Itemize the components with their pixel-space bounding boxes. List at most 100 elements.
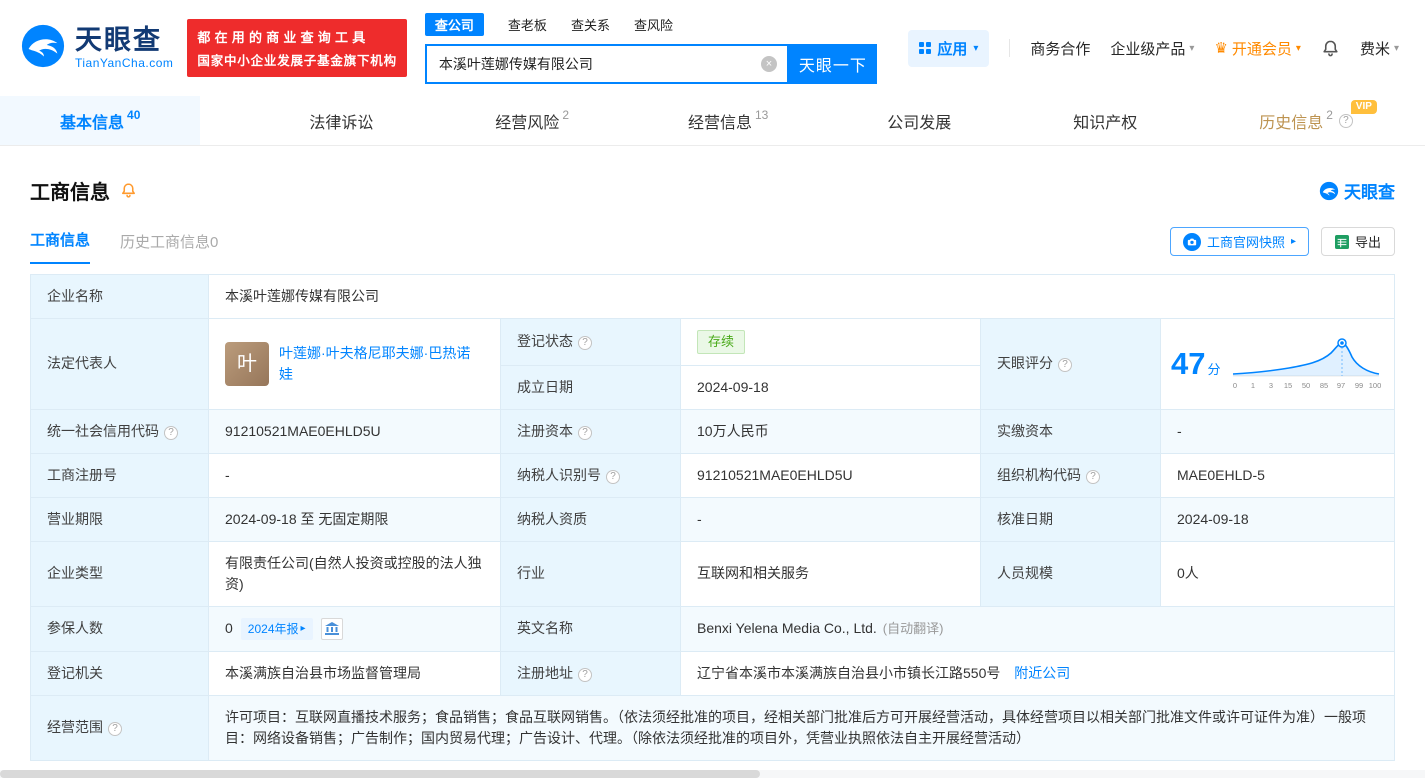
brand-name: 天眼查: [75, 26, 173, 54]
brand-slogan-banner: 都在用的商业查询工具 国家中小企业发展子基金旗下机构: [187, 19, 407, 77]
cooperation-label: 商务合作: [1030, 38, 1090, 59]
arrow-right-icon: ▸: [301, 621, 306, 636]
svg-text:50: 50: [1301, 381, 1309, 390]
tab-label: 历史信息: [1259, 109, 1323, 133]
help-icon[interactable]: ?: [1058, 358, 1072, 372]
official-snapshot-button[interactable]: 工商官网快照 ▸: [1170, 227, 1309, 256]
nav-open-membership[interactable]: ♛ 开通会员 ▾: [1214, 38, 1301, 59]
help-icon[interactable]: ?: [578, 668, 592, 682]
legal-rep-avatar[interactable]: 叶: [225, 342, 269, 386]
tab-business-risk[interactable]: 经营风险2: [485, 96, 579, 145]
svg-text:85: 85: [1319, 381, 1327, 390]
row-scope: 经营范围? 许可项目：互联网直播技术服务；食品销售；食品互联网销售。（依法须经批…: [31, 695, 1395, 760]
help-icon[interactable]: ?: [108, 722, 122, 736]
membership-label: 开通会员: [1232, 38, 1292, 59]
tab-count: 13: [755, 108, 768, 122]
help-icon[interactable]: ?: [1339, 114, 1353, 128]
reg-capital-label-text: 注册资本: [517, 423, 573, 439]
label-legal-rep: 法定代表人: [31, 319, 209, 410]
chevron-down-icon: ▾: [1394, 43, 1399, 54]
legal-rep-name-link[interactable]: 叶莲娜·叶夫格尼耶夫娜·巴热诺娃: [279, 343, 484, 385]
search-tab-boss[interactable]: 查老板: [508, 15, 547, 34]
tab-intellectual-property[interactable]: 知识产权: [1063, 96, 1150, 145]
value-authority: 本溪满族自治县市场监督管理局: [209, 651, 501, 695]
brand-domain: TianYanCha.com: [75, 57, 173, 70]
tab-label: 公司发展: [887, 109, 951, 133]
tab-legal-proceedings[interactable]: 法律诉讼: [299, 96, 386, 145]
row-company-name: 企业名称 本溪叶莲娜传媒有限公司: [31, 275, 1395, 319]
nav-enterprise-products[interactable]: 企业级产品 ▾: [1110, 38, 1194, 59]
notification-bell-icon[interactable]: [1321, 39, 1340, 58]
label-insured: 参保人数: [31, 606, 209, 651]
business-info-table: 企业名称 本溪叶莲娜传媒有限公司 法定代表人 叶 叶莲娜·叶夫格尼耶夫娜·巴热诺…: [30, 274, 1395, 761]
search-button[interactable]: 天眼一下: [789, 44, 877, 84]
search-tab-relation[interactable]: 查关系: [571, 15, 610, 34]
nearby-companies-link[interactable]: 附近公司: [1014, 665, 1070, 681]
help-icon[interactable]: ?: [606, 470, 620, 484]
subtab-business-registration[interactable]: 工商信息: [30, 229, 90, 264]
search-box: ×: [425, 44, 789, 84]
value-company-type: 有限责任公司(自然人投资或控股的法人独资): [209, 541, 501, 606]
company-detail-tabbar: 基本信息40 法律诉讼 经营风险2 经营信息13 公司发展 知识产权 VIP 历…: [0, 96, 1425, 146]
label-authority: 登记机关: [31, 651, 209, 695]
reg-status-label-text: 登记状态: [517, 333, 573, 349]
value-scope: 许可项目：互联网直播技术服务；食品销售；食品互联网销售。（依法须经批准的项目，经…: [209, 695, 1395, 760]
help-icon[interactable]: ?: [578, 426, 592, 440]
nav-cooperation[interactable]: 商务合作: [1030, 38, 1090, 59]
help-icon[interactable]: ?: [578, 336, 592, 350]
score-label-text: 天眼评分: [997, 355, 1053, 371]
chevron-down-icon: ▾: [1296, 43, 1301, 54]
watermark-text: 天眼查: [1344, 178, 1395, 203]
score-value: 47: [1171, 341, 1205, 388]
help-icon[interactable]: ?: [1086, 470, 1100, 484]
value-taxpayer-no: 91210521MAE0EHLD5U: [681, 453, 981, 497]
org-code-label-text: 组织机构代码: [997, 467, 1081, 483]
label-reg-capital: 注册资本?: [501, 409, 681, 453]
apps-menu[interactable]: 应用 ▾: [908, 30, 989, 67]
tianyancha-logo[interactable]: 天眼查 TianYanCha.com: [20, 23, 173, 74]
tab-history-info[interactable]: VIP 历史信息2 ?: [1249, 96, 1363, 145]
value-staff-size: 0人: [1161, 541, 1395, 606]
social-insurance-icon[interactable]: [321, 618, 343, 640]
export-button[interactable]: 导出: [1321, 227, 1395, 256]
nav-divider: [1009, 39, 1010, 57]
vip-badge: VIP: [1351, 100, 1377, 114]
chevron-down-icon: ▾: [1189, 43, 1194, 54]
subtab-history-registration[interactable]: 历史工商信息0: [120, 231, 218, 264]
tab-business-info[interactable]: 经营信息13: [678, 96, 778, 145]
value-english-name: Benxi Yelena Media Co., Ltd.(自动翻译): [681, 606, 1395, 651]
search-tab-company[interactable]: 查公司: [425, 13, 484, 36]
horizontal-scrollbar[interactable]: [0, 770, 1425, 778]
label-reg-status: 登记状态?: [501, 319, 681, 366]
excel-icon: [1335, 235, 1349, 249]
help-icon[interactable]: ?: [164, 426, 178, 440]
header-nav: 应用 ▾ 商务合作 企业级产品 ▾ ♛ 开通会员 ▾ 费米 ▾: [908, 30, 1399, 67]
search-tab-risk[interactable]: 查风险: [634, 15, 673, 34]
tab-company-development[interactable]: 公司发展: [877, 96, 964, 145]
value-paid-capital: -: [1161, 409, 1395, 453]
row-credit-code: 统一社会信用代码? 91210521MAE0EHLD5U 注册资本? 10万人民…: [31, 409, 1395, 453]
value-establish-date: 2024-09-18: [681, 365, 981, 409]
user-menu[interactable]: 费米 ▾: [1360, 38, 1399, 59]
value-term: 2024-09-18 至 无固定期限: [209, 497, 501, 541]
clear-icon[interactable]: ×: [761, 56, 777, 72]
annual-report-label: 2024年报: [248, 620, 299, 638]
insured-count: 0: [225, 618, 233, 639]
label-taxpayer-quality: 纳税人资质: [501, 497, 681, 541]
row-term: 营业期限 2024-09-18 至 无固定期限 纳税人资质 - 核准日期 202…: [31, 497, 1395, 541]
value-insured: 0 2024年报 ▸: [209, 606, 501, 651]
search-input[interactable]: [427, 46, 787, 82]
subtab-bar: 工商信息 历史工商信息0 工商官网快照 ▸ 导出: [30, 227, 1395, 264]
main-content: 工商信息 天眼查 工商信息 历史工商信息0 工商官网快照 ▸ 导出: [0, 176, 1425, 761]
crown-icon: ♛: [1214, 39, 1227, 57]
value-reg-no: -: [209, 453, 501, 497]
scrollbar-thumb[interactable]: [0, 770, 760, 778]
tab-basic-info[interactable]: 基本信息40: [0, 96, 200, 145]
label-scope: 经营范围?: [31, 695, 209, 760]
value-legal-rep: 叶 叶莲娜·叶夫格尼耶夫娜·巴热诺娃: [209, 319, 501, 410]
annual-report-tag[interactable]: 2024年报 ▸: [241, 618, 313, 640]
label-reg-no: 工商注册号: [31, 453, 209, 497]
tab-count: 40: [127, 108, 140, 122]
address-label-text: 注册地址: [517, 665, 573, 681]
monitor-bell-icon[interactable]: [120, 182, 137, 199]
